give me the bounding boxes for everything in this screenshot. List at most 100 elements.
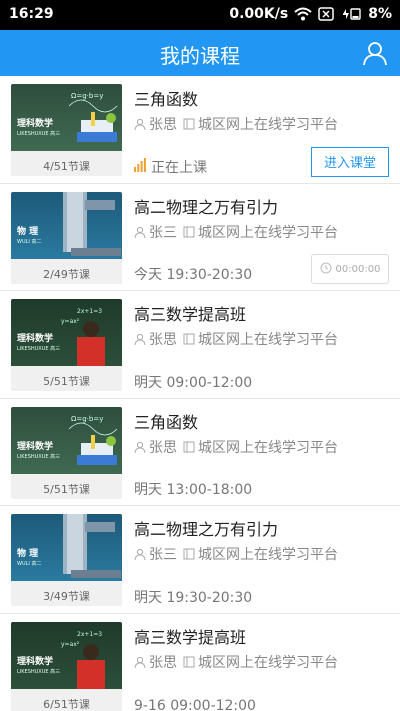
cover-subject: 理科数学 (17, 119, 54, 129)
platform-name: 城区网上在线学习平台 (198, 332, 338, 348)
course-name: 高二物理之万有引力 (134, 197, 279, 217)
course-name: 三角函数 (134, 412, 199, 432)
course-item[interactable]: 2x+1=3 y=ax² 理科数学 LIKESHUXUE 高三 6/51节课 高三… (0, 614, 400, 711)
book-icon (183, 226, 195, 238)
course-schedule: 明天 13:00-18:00 (134, 482, 253, 498)
course-item[interactable]: 2x+1=3 y=ax² 理科数学 LIKESHUXUE 高三 5/51节课 高三… (0, 291, 400, 399)
course-schedule: 明天 19:30-20:30 (134, 589, 253, 606)
svg-text:Ω=g·b=y: Ω=g·b=y (71, 415, 103, 423)
cover-subject: 理科数学 (17, 441, 54, 452)
course-info: 高二物理之万有引力 (134, 516, 390, 540)
course-meta: 张三 城区网上在线学习平台 (134, 544, 338, 564)
course-name: 高二物理之万有引力 (134, 520, 279, 539)
course-list: Ω=g·b=y 理科数学 LIKESHUXUE 高三 4/51节课 三角函数 张… (0, 76, 400, 711)
lesson-progress: 3/49节课 (43, 590, 90, 603)
course-item[interactable]: Ω=g·b=y 理科数学 LIKESHUXUE 高三 4/51节课 三角函数 张… (0, 76, 400, 184)
course-thumbnail[interactable]: 2x+1=3 y=ax² 理科数学 LIKESHUXUE 高三 6/51节课 (11, 621, 122, 711)
battery-level: 8% (368, 6, 392, 22)
person-icon (134, 441, 146, 453)
cover-subtitle: WULI 高二 (17, 561, 42, 567)
course-item[interactable]: 物 理 WULI 高二 2/49节课 高二物理之万有引力 张三 城区网上在线学习… (0, 184, 400, 291)
course-cover-image: Ω=g·b=y 理科数学 LIKESHUXUE 高三 (11, 406, 122, 474)
teacher-name: 张三 (149, 547, 177, 563)
cover-subject: 物 理 (17, 226, 39, 237)
signal-icon (134, 157, 146, 176)
platform-name: 城区网上在线学习平台 (198, 439, 338, 456)
lesson-progress: 5/51节课 (43, 375, 90, 388)
status-bar: 16:29 0.00K/s 8% (0, 0, 400, 30)
status-time: 16:29 (9, 6, 54, 22)
teacher-name: 张思 (149, 117, 177, 133)
app-header: 我的课程 (0, 30, 400, 76)
lesson-progress: 6/51节课 (43, 697, 90, 711)
enter-classroom-button[interactable]: 进入课堂 (311, 146, 389, 177)
platform-group: 城区网上在线学习平台 (183, 114, 338, 134)
course-name: 高三数学提高班 (134, 627, 247, 647)
user-icon[interactable] (362, 40, 388, 66)
course-thumbnail[interactable]: 物 理 WULI 高二 2/49节课 (11, 191, 122, 284)
person-icon (134, 226, 146, 238)
course-cover-image: 物 理 WULI 高二 (11, 191, 122, 259)
cover-subtitle: LIKESHUXUE 高三 (17, 346, 61, 352)
lesson-progress: 4/51节课 (43, 160, 90, 173)
cover-subject: 理科数学 (17, 334, 54, 344)
wifi-icon (294, 7, 312, 21)
course-cover-image: Ω=g·b=y 理科数学 LIKESHUXUE 高三 (11, 84, 122, 151)
book-icon (183, 441, 195, 453)
countdown-value: 00:00:00 (335, 263, 381, 275)
course-info: 三角函数 (134, 86, 390, 110)
svg-text:2x+1=3: 2x+1=3 (77, 631, 102, 638)
book-icon (183, 333, 195, 345)
course-schedule: 9-16 09:00-12:00 (134, 698, 256, 711)
person-icon (134, 548, 146, 561)
platform-group: 城区网上在线学习平台 (183, 544, 338, 564)
platform-group: 城区网上在线学习平台 (183, 437, 338, 457)
teacher-name: 张思 (149, 439, 177, 456)
person-icon (134, 333, 146, 346)
svg-text:Ω=g·b=y: Ω=g·b=y (71, 92, 103, 100)
book-icon (183, 656, 195, 668)
person-icon (134, 118, 146, 131)
platform-group: 城区网上在线学习平台 (183, 652, 338, 672)
course-name: 高三数学提高班 (134, 305, 247, 324)
status-indicators: 0.00K/s 8% (229, 6, 392, 22)
course-meta: 张思 城区网上在线学习平台 (134, 114, 338, 134)
course-item[interactable]: 物 理 WULI 高二 3/49节课 高二物理之万有引力 张三 城区网上在线学习… (0, 506, 400, 614)
platform-group: 城区网上在线学习平台 (183, 329, 338, 349)
platform-name: 城区网上在线学习平台 (198, 654, 338, 671)
course-schedule: 明天 09:00-12:00 (134, 374, 253, 391)
countdown-timer: 00:00:00 (311, 254, 389, 284)
cover-subtitle: LIKESHUXUE 高三 (17, 668, 61, 675)
course-thumbnail[interactable]: 2x+1=3 y=ax² 理科数学 LIKESHUXUE 高三 5/51节课 (11, 299, 122, 391)
course-info: 高三数学提高班 (134, 301, 390, 325)
teacher-group: 张思 (134, 329, 177, 349)
teacher-group: 张思 (134, 114, 177, 134)
platform-name: 城区网上在线学习平台 (198, 224, 338, 241)
course-info: 高二物理之万有引力 (134, 194, 390, 218)
course-cover-image: 物 理 WULI 高二 (11, 514, 122, 581)
teacher-name: 张思 (149, 654, 177, 671)
clock-icon (320, 262, 332, 277)
svg-text:y=ax²: y=ax² (61, 641, 80, 648)
platform-group: 城区网上在线学习平台 (183, 222, 338, 242)
page-title: 我的课程 (160, 44, 240, 68)
course-thumbnail[interactable]: 物 理 WULI 高二 3/49节课 (11, 514, 122, 606)
course-meta: 张三 城区网上在线学习平台 (134, 222, 338, 242)
course-name: 三角函数 (134, 90, 199, 109)
svg-text:y=ax²: y=ax² (61, 318, 80, 325)
book-icon (183, 548, 195, 560)
platform-name: 城区网上在线学习平台 (198, 117, 338, 133)
live-status-label: 正在上课 (151, 159, 207, 176)
teacher-name: 张思 (149, 332, 177, 348)
cover-subject: 物 理 (17, 549, 39, 559)
course-thumbnail[interactable]: Ω=g·b=y 理科数学 LIKESHUXUE 高三 4/51节课 (11, 84, 122, 176)
teacher-group: 张三 (134, 222, 177, 242)
svg-text:2x+1=3: 2x+1=3 (77, 308, 102, 315)
course-meta: 张思 城区网上在线学习平台 (134, 652, 338, 672)
teacher-group: 张三 (134, 544, 177, 564)
cover-subtitle: LIKESHUXUE 高三 (17, 453, 61, 460)
course-thumbnail[interactable]: Ω=g·b=y 理科数学 LIKESHUXUE 高三 5/51节课 (11, 406, 122, 499)
course-item[interactable]: Ω=g·b=y 理科数学 LIKESHUXUE 高三 5/51节课 三角函数 张… (0, 399, 400, 506)
teacher-group: 张思 (134, 652, 177, 672)
sim-icon (318, 7, 334, 21)
